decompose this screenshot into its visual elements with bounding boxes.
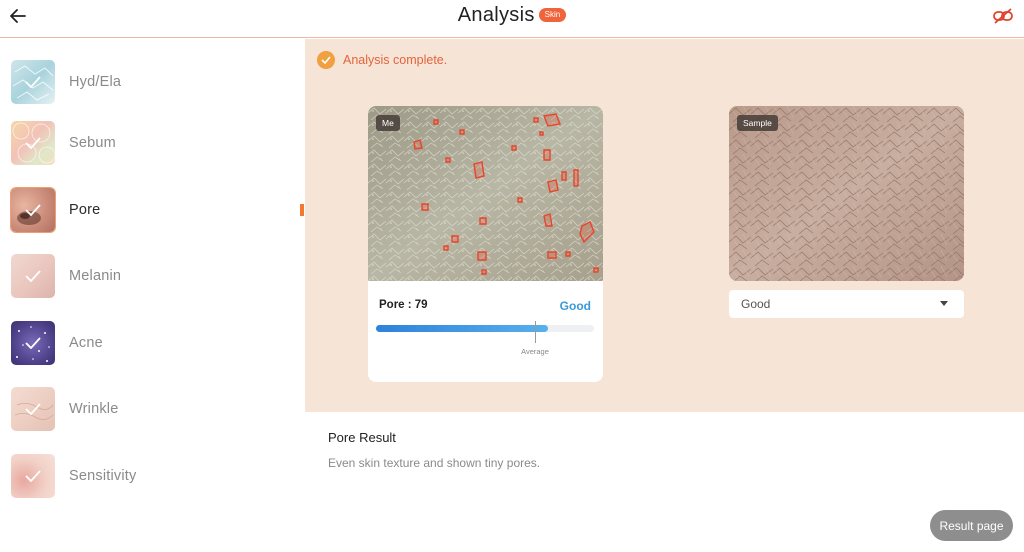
caret-down-icon [940,301,948,306]
check-icon [11,254,55,298]
melanin-thumbnail [11,254,55,298]
pore-score-bar [376,325,594,332]
sebum-thumbnail [11,121,55,165]
my-skin-card: Me Pore : 79 Good Average [368,106,603,382]
status-row: Analysis complete. [317,51,447,69]
unlink-icon [993,8,1013,24]
dropdown-selected-value: Good [741,297,771,311]
sidebar-item-label: Melanin [69,268,122,284]
check-icon [11,60,55,104]
sample-skin-card: Sample [729,106,964,281]
hydration-thumbnail [11,60,55,104]
unlink-button[interactable] [992,7,1014,25]
acne-thumbnail [11,321,55,365]
pore-score-grade: Good [559,299,591,313]
pore-score-label: Pore : 79 [379,299,428,311]
sidebar-item-label: Wrinkle [69,401,119,417]
sidebar-item-label: Acne [69,335,103,351]
sensitivity-thumbnail [11,454,55,498]
analysis-sidebar: Hyd/Ela Sebum Pore Melanin Acne Wrinkle … [0,40,304,552]
pore-thumbnail [10,187,56,233]
sample-image-tag: Sample [737,115,778,131]
sidebar-item-label: Hyd/Ela [69,74,122,90]
active-item-marker [300,204,304,216]
result-page-button[interactable]: Result page [930,510,1013,541]
result-description: Even skin texture and shown tiny pores. [328,456,541,470]
sample-skin-image [729,106,964,281]
sidebar-item-label: Sensitivity [69,468,137,484]
sidebar-item-label: Sebum [69,135,116,151]
analysis-panel: Analysis complete. Me Pore: 79 Good Ave… [305,39,1024,412]
sidebar-item-acne[interactable]: Acne [0,315,300,371]
check-icon [11,188,55,232]
average-label: Average [521,347,549,356]
sidebar-item-sensitivity[interactable]: Sensitivity [0,448,300,504]
page-title: Analysis [457,4,535,26]
header-title-group: Analysis Skin [0,4,1024,27]
sidebar-item-sebum[interactable]: Sebum [0,115,300,171]
average-marker [535,321,536,343]
check-circle-icon [317,51,335,69]
my-skin-image [368,106,603,281]
app-header: Analysis Skin [0,0,1024,38]
skin-badge: Skin [538,7,567,22]
sample-grade-dropdown[interactable]: Good [729,290,964,318]
me-image-tag: Me [376,115,400,131]
pore-score-bar-fill [376,325,549,332]
result-title: Pore Result [328,430,396,445]
sidebar-item-wrinkle[interactable]: Wrinkle [0,381,300,437]
sidebar-item-pore[interactable]: Pore [0,182,300,238]
check-icon [11,454,55,498]
check-icon [11,121,55,165]
sidebar-item-label: Pore [69,202,101,218]
check-icon [11,387,55,431]
check-icon [11,321,55,365]
sidebar-item-melanin[interactable]: Melanin [0,248,300,304]
sidebar-item-hyd-ela[interactable]: Hyd/Ela [0,54,300,110]
status-message: Analysis complete. [343,53,448,67]
wrinkle-thumbnail [11,387,55,431]
